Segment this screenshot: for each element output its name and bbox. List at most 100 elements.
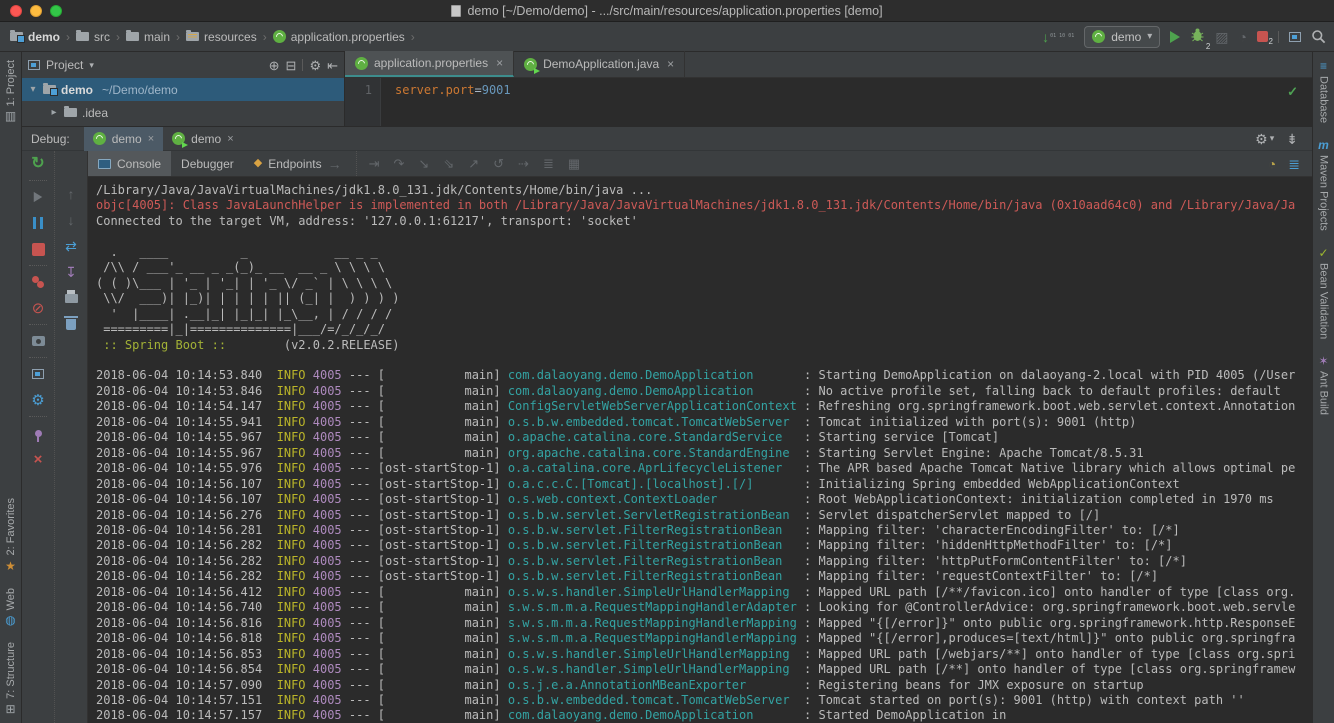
- toolwindow-button-label: 1: Project: [5, 60, 17, 106]
- log-line: 2018-06-04 10:14:53.846 INFO 4005 --- [ …: [96, 384, 1312, 399]
- show-execution-point-icon[interactable]: ⇥: [369, 157, 380, 170]
- layout-settings-icon[interactable]: ≣: [1288, 157, 1300, 171]
- inspections-ok-icon: ✓: [1287, 84, 1298, 100]
- run-with-coverage-icon[interactable]: ▨: [1215, 30, 1228, 44]
- close-tab-icon[interactable]: ×: [227, 133, 233, 145]
- stop-button[interactable]: 2: [1257, 31, 1268, 42]
- property-key: server.port: [395, 83, 474, 97]
- editor-tab[interactable]: application.properties ×: [345, 51, 514, 77]
- profiler-icon[interactable]: ◔: [1239, 30, 1247, 44]
- console-line: Connected to the target VM, address: '12…: [96, 214, 1312, 229]
- clear-all-button[interactable]: [55, 311, 87, 337]
- editor-code-line[interactable]: server.port=9001: [381, 78, 511, 126]
- toolwindow-button-database[interactable]: ≡Database: [1318, 52, 1330, 131]
- pin-tab-button[interactable]: [22, 420, 54, 446]
- toolwindow-button-7-structure[interactable]: 7: Structure⊞: [5, 634, 17, 723]
- hide-panel-icon[interactable]: ⇤: [327, 59, 338, 72]
- mute-breakpoints-button[interactable]: ⊘: [22, 295, 54, 321]
- session-tab-label: demo: [191, 132, 221, 146]
- debug-button[interactable]: 2: [1190, 27, 1205, 47]
- hide-toolwindow-icon[interactable]: ⇟: [1286, 132, 1298, 146]
- toolwindow-button-ant-build[interactable]: ✶Ant Build: [1318, 347, 1330, 423]
- breadcrumb-item[interactable]: main: [126, 30, 170, 44]
- soft-wrap-button[interactable]: ⇄: [55, 233, 87, 259]
- breadcrumb-item[interactable]: src: [76, 30, 110, 44]
- thread-dump-button[interactable]: [22, 328, 54, 354]
- log-line: 2018-06-04 10:14:57.090 INFO 4005 --- [ …: [96, 678, 1312, 693]
- project-root-path: ~/Demo/demo: [102, 83, 178, 97]
- tab-debugger[interactable]: Debugger: [171, 151, 244, 176]
- evaluate-expression-icon[interactable]: ≣: [543, 157, 554, 170]
- restore-layout-icon[interactable]: ▦: [568, 157, 580, 170]
- step-over-icon[interactable]: ↷: [394, 157, 405, 170]
- chevron-down-icon[interactable]: ▾: [89, 61, 94, 70]
- close-tab-icon[interactable]: ×: [496, 56, 503, 70]
- project-view-icon: [28, 60, 40, 70]
- breadcrumb-item[interactable]: demo: [10, 30, 60, 44]
- locate-file-icon[interactable]: ⊕: [269, 59, 280, 72]
- debugger-settings-button[interactable]: ⚙: [22, 387, 54, 413]
- resume-button[interactable]: [22, 184, 54, 210]
- console-output[interactable]: /Library/Java/JavaVirtualMachines/jdk1.8…: [88, 177, 1312, 723]
- database-icon: ≡: [1320, 60, 1327, 72]
- editor-tab-label: application.properties: [374, 56, 488, 70]
- rerun-button[interactable]: ↻: [22, 151, 54, 177]
- run-to-cursor-icon[interactable]: ⇢: [518, 157, 529, 170]
- tab-console[interactable]: Console: [88, 151, 171, 176]
- spring-boot-icon: [524, 58, 537, 71]
- left-toolwindow-stripe: 1: Project▥ 2: Favorites★Web◍7: Structure…: [0, 52, 22, 723]
- settings-gear-icon[interactable]: ⚙: [309, 59, 321, 72]
- restore-layout-button[interactable]: [22, 361, 54, 387]
- close-session-button[interactable]: ×: [22, 446, 54, 472]
- run-configuration-value: demo: [1111, 30, 1141, 44]
- debug-panel-label: Debug:: [31, 132, 70, 146]
- scroll-to-end-button[interactable]: ↧: [55, 259, 87, 285]
- stop-button-side[interactable]: [22, 236, 54, 262]
- editor-tab[interactable]: DemoApplication.java×: [514, 51, 685, 77]
- debug-session-tab[interactable]: demo ×: [163, 127, 242, 151]
- breadcrumb-label: demo: [28, 30, 60, 44]
- drop-frame-icon[interactable]: ↺: [493, 157, 504, 170]
- step-into-icon[interactable]: ↘: [418, 157, 429, 170]
- up-stacktrace-button[interactable]: ↑: [55, 181, 87, 207]
- project-tree-root-row[interactable]: ▾ demo ~/Demo/demo: [22, 78, 344, 101]
- tool-tab-label: Console: [117, 157, 161, 171]
- print-button[interactable]: [55, 285, 87, 311]
- run-configuration-select[interactable]: demo ▾: [1084, 26, 1160, 48]
- toolwindow-button-maven-projects[interactable]: mMaven Projects: [1318, 131, 1330, 239]
- project-tree-idea-row[interactable]: ▸ .idea: [22, 101, 344, 124]
- breadcrumb-item[interactable]: resources: [186, 30, 257, 44]
- gauge-icon[interactable]: ◔: [1268, 157, 1276, 171]
- editor-tabs: application.properties×DemoApplication.j…: [345, 52, 1312, 78]
- log-line: 2018-06-04 10:14:55.976 INFO 4005 --- [o…: [96, 461, 1312, 476]
- debug-session-tab[interactable]: demo×: [84, 127, 163, 151]
- view-breakpoints-button[interactable]: [22, 269, 54, 295]
- project-folder-icon: [10, 32, 23, 41]
- recent-windows-icon[interactable]: [1289, 32, 1301, 42]
- force-step-into-icon[interactable]: ⇘: [443, 157, 454, 170]
- toolwindow-button-2-favorites[interactable]: 2: Favorites★: [5, 490, 17, 579]
- console-line: [96, 353, 1312, 368]
- vcs-update-icon[interactable]: ↓ 01 10 01: [1042, 30, 1074, 44]
- search-everywhere-icon[interactable]: [1311, 29, 1326, 44]
- expand-arrow-icon[interactable]: ▾: [28, 84, 38, 95]
- project-panel-title[interactable]: Project: [46, 58, 83, 72]
- close-tab-icon[interactable]: ×: [667, 57, 674, 71]
- tab-endpoints[interactable]: ◆Endpoints→: [244, 151, 352, 176]
- run-button[interactable]: [1170, 31, 1180, 43]
- banner-caption: :: Spring Boot :: (v2.0.2.RELEASE): [96, 338, 1312, 353]
- debug-settings-gear-icon[interactable]: ⚙ ▾: [1255, 132, 1274, 146]
- collapse-all-icon[interactable]: ⊟: [286, 59, 297, 72]
- spring-boot-icon: [1092, 30, 1105, 43]
- breadcrumb-item[interactable]: application.properties: [273, 30, 405, 44]
- window-title: demo [~/Demo/demo] - .../src/main/resour…: [467, 4, 882, 18]
- collapsed-arrow-icon[interactable]: ▸: [49, 107, 59, 118]
- toolwindow-button-1-project[interactable]: 1: Project▥: [5, 52, 17, 130]
- pause-button[interactable]: [22, 210, 54, 236]
- down-stacktrace-button[interactable]: ↓: [55, 207, 87, 233]
- toolwindow-button-bean-validation[interactable]: ✓Bean Validation: [1318, 239, 1330, 347]
- step-out-icon[interactable]: ↗: [468, 157, 479, 170]
- toolwindow-button-web[interactable]: Web◍: [5, 580, 17, 634]
- close-tab-icon[interactable]: ×: [148, 133, 154, 145]
- log-line: 2018-06-04 10:14:55.941 INFO 4005 --- [ …: [96, 415, 1312, 430]
